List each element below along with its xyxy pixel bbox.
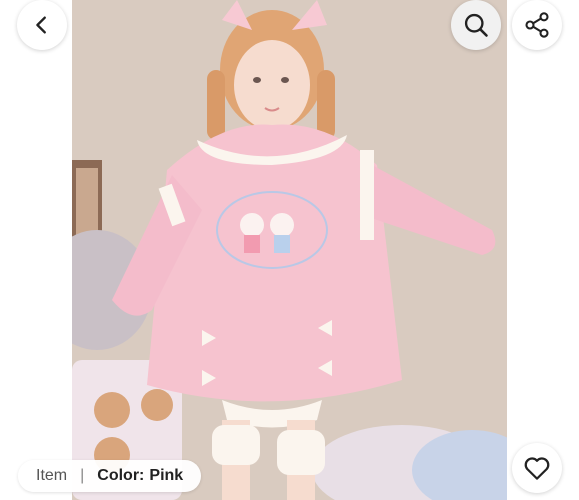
chip-separator: |	[80, 467, 85, 484]
search-icon	[464, 13, 488, 37]
item-label: Item	[36, 467, 68, 484]
search-button[interactable]	[451, 0, 501, 50]
product-photo-illustration	[72, 0, 507, 500]
color-label: Color:	[97, 467, 145, 484]
product-detail-screen: Item | Color: Pink	[0, 0, 579, 500]
favorite-button[interactable]	[512, 443, 562, 493]
back-button[interactable]	[17, 0, 67, 50]
heart-outline-icon	[524, 457, 550, 480]
chevron-left-icon	[36, 16, 46, 34]
variant-chip[interactable]: Item | Color: Pink	[18, 460, 202, 492]
share-icon	[525, 12, 549, 38]
share-button[interactable]	[512, 0, 562, 50]
color-value: Pink	[149, 467, 184, 484]
product-photo[interactable]	[72, 0, 507, 500]
